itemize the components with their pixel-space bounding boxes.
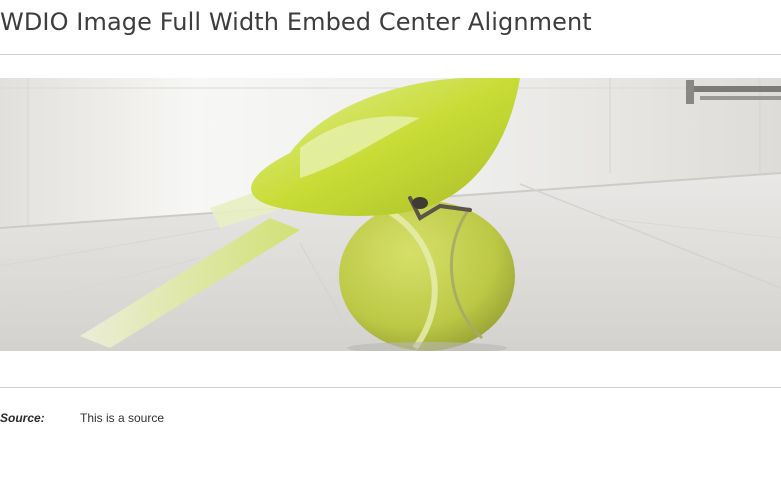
title-divider	[0, 54, 781, 55]
embedded-image	[0, 78, 781, 351]
source-label: Source:	[0, 411, 45, 425]
source-text: This is a source	[80, 411, 165, 425]
page-title: WDIO Image Full Width Embed Center Align…	[0, 8, 592, 36]
parakeet-on-tennis-ball-image	[0, 78, 781, 351]
caption-divider	[0, 387, 781, 388]
